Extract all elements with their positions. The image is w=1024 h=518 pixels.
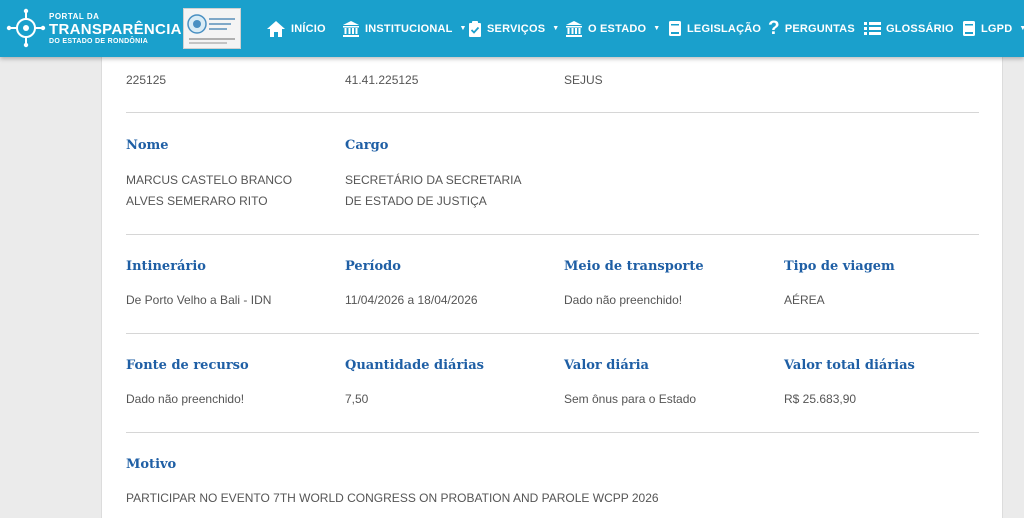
tipo-viagem-value: AÉREA [784, 293, 825, 307]
nav-servicos[interactable]: SERVIÇOS ▼ [468, 0, 559, 57]
nav-inicio[interactable]: INÍCIO [266, 0, 326, 57]
valor-diaria-value: Sem ônus para o Estado [564, 392, 697, 406]
clipboard-check-icon [469, 20, 481, 37]
fonte-recurso-value: Dado não preenchido! [126, 392, 245, 406]
travel-details-card: 225125 41.41.225125 SEJUS Nome MARCUS CA… [101, 57, 1003, 518]
nav-inicio-label: INÍCIO [291, 22, 326, 35]
quantidade-diarias-label: Quantidade diárias [345, 358, 484, 373]
transparency-seal-image [183, 8, 241, 49]
divider [126, 234, 979, 235]
codigo-value: 41.41.225125 [345, 73, 419, 87]
chevron-down-icon: ▼ [1019, 25, 1024, 32]
book-icon [963, 21, 975, 36]
book-icon [669, 21, 681, 36]
nav-perguntas[interactable]: ? PERGUNTAS [768, 0, 855, 57]
logo-line-3: DO ESTADO DE RONDÔNIA [49, 38, 149, 45]
motivo-value: PARTICIPAR NO EVENTO 7TH WORLD CONGRESS … [126, 491, 659, 505]
periodo-label: Período [345, 259, 401, 274]
meio-transporte-label: Meio de transporte [564, 259, 704, 274]
nav-institucional[interactable]: INSTITUCIONAL ▼ [342, 0, 467, 57]
nav-perguntas-label: PERGUNTAS [784, 22, 855, 35]
logo-line-1: PORTAL DA [49, 12, 100, 21]
nav-o-estado-label: O ESTADO [588, 22, 647, 35]
chevron-down-icon: ▼ [552, 25, 560, 32]
matricula-value: 225125 [126, 73, 167, 87]
divider [126, 112, 979, 113]
logo-line-2: TRANSPARÊNCIA [49, 21, 182, 38]
itinerario-label: Intinerário [126, 259, 206, 274]
meio-transporte-value: Dado não preenchido! [564, 293, 683, 307]
top-navbar: PORTAL DA TRANSPARÊNCIA DO ESTADO DE RON… [0, 0, 1024, 57]
tipo-viagem-label: Tipo de viagem [784, 259, 895, 274]
quantidade-diarias-value: 7,50 [345, 392, 369, 406]
nav-lgpd-label: LGPD [981, 22, 1013, 35]
cargo-value: SECRETÁRIO DA SECRETARIA DE ESTADO DE JU… [345, 173, 521, 208]
portal-logo[interactable]: PORTAL DA TRANSPARÊNCIA DO ESTADO DE RON… [6, 6, 181, 52]
valor-total-diarias-label: Valor total diárias [784, 358, 915, 373]
chevron-down-icon: ▼ [459, 25, 467, 32]
divider [126, 333, 979, 334]
cargo-label: Cargo [345, 138, 389, 153]
valor-diaria-label: Valor diária [564, 358, 649, 373]
nav-institucional-label: INSTITUCIONAL [365, 22, 453, 35]
nav-legislacao[interactable]: LEGISLAÇÃO [668, 0, 761, 57]
nav-glossario-label: GLOSSÁRIO [886, 22, 954, 35]
compass-logo-icon [6, 8, 46, 48]
list-icon [864, 22, 881, 35]
question-icon: ? [768, 18, 780, 39]
periodo-value: 11/04/2026 a 18/04/2026 [345, 293, 478, 307]
itinerario-value: De Porto Velho a Bali - IDN [126, 293, 272, 307]
orgao-value: SEJUS [564, 73, 603, 87]
home-icon [267, 20, 285, 37]
nome-value: MARCUS CASTELO BRANCO ALVES SEMERARO RIT… [126, 173, 293, 208]
nav-glossario[interactable]: GLOSSÁRIO [864, 0, 954, 57]
chevron-down-icon: ▼ [653, 25, 661, 32]
institution-icon [566, 20, 582, 37]
nav-legislacao-label: LEGISLAÇÃO [687, 22, 762, 35]
divider [126, 432, 979, 433]
nav-servicos-label: SERVIÇOS [487, 22, 546, 35]
valor-total-diarias-value: R$ 25.683,90 [784, 392, 857, 406]
motivo-label: Motivo [126, 457, 177, 472]
nome-label: Nome [126, 138, 169, 153]
institution-icon [343, 20, 359, 37]
seal-icon [187, 14, 235, 44]
fonte-recurso-label: Fonte de recurso [126, 358, 249, 373]
nav-o-estado[interactable]: O ESTADO ▼ [565, 0, 660, 57]
nav-lgpd[interactable]: LGPD ▼ [962, 0, 1024, 57]
